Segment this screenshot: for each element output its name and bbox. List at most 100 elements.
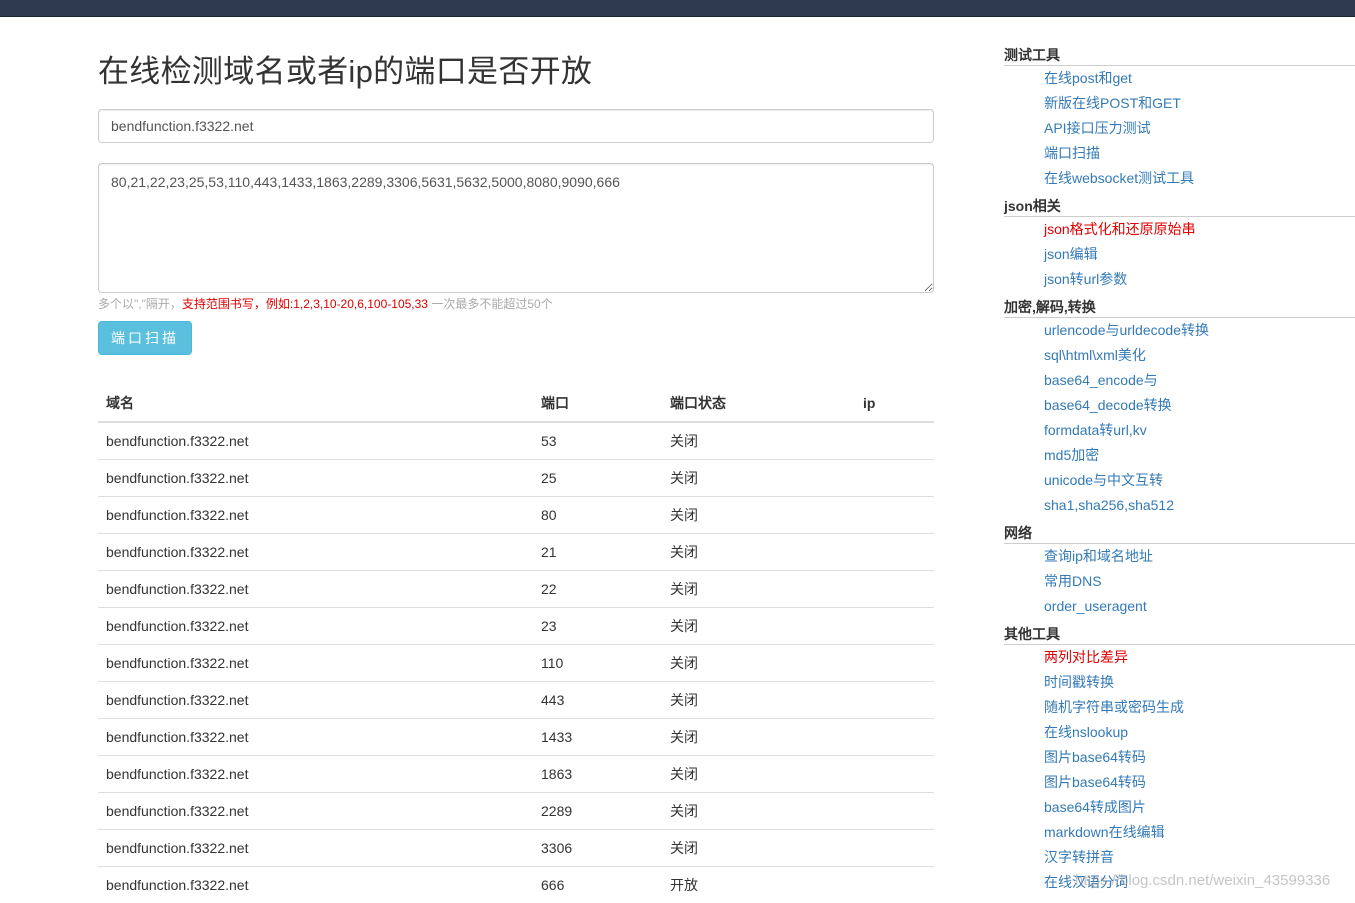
table-row: bendfunction.f3322.net80关闭: [98, 497, 934, 534]
cell-ip: [855, 497, 934, 534]
cell-port: 110: [533, 645, 662, 682]
sidebar-link[interactable]: 随机字符串或密码生成: [1004, 695, 1355, 720]
cell-ip: [855, 422, 934, 460]
header-port-status: 端口状态: [662, 384, 855, 422]
table-row: bendfunction.f3322.net23关闭: [98, 608, 934, 645]
sidebar-section: 其他工具两列对比差异时间戳转换随机字符串或密码生成在线nslookup图片bas…: [1004, 625, 1355, 895]
cell-status: 关闭: [662, 682, 855, 719]
cell-status: 开放: [662, 867, 855, 903]
sidebar-section: 加密,解码,转换urlencode与urldecode转换sql\html\xm…: [1004, 298, 1355, 518]
cell-domain: bendfunction.f3322.net: [98, 645, 533, 682]
cell-status: 关闭: [662, 645, 855, 682]
sidebar-link[interactable]: 两列对比差异: [1004, 645, 1355, 670]
sidebar-link[interactable]: base64_encode与: [1004, 368, 1355, 393]
results-body: bendfunction.f3322.net53关闭bendfunction.f…: [98, 422, 934, 903]
cell-ip: [855, 793, 934, 830]
cell-domain: bendfunction.f3322.net: [98, 756, 533, 793]
cell-ip: [855, 534, 934, 571]
sidebar-link[interactable]: base64转成图片: [1004, 795, 1355, 820]
sidebar-link[interactable]: unicode与中文互转: [1004, 468, 1355, 493]
results-table: 域名 端口 端口状态 ip bendfunction.f3322.net53关闭…: [98, 384, 934, 903]
top-navbar: [0, 0, 1355, 17]
table-row: bendfunction.f3322.net1433关闭: [98, 719, 934, 756]
table-header-row: 域名 端口 端口状态 ip: [98, 384, 934, 422]
ports-textarea[interactable]: 80,21,22,23,25,53,110,443,1433,1863,2289…: [98, 163, 934, 293]
sidebar-link[interactable]: 新版在线POST和GET: [1004, 91, 1355, 116]
sidebar-link[interactable]: sha1,sha256,sha512: [1004, 493, 1355, 518]
cell-domain: bendfunction.f3322.net: [98, 867, 533, 903]
cell-port: 666: [533, 867, 662, 903]
table-row: bendfunction.f3322.net22关闭: [98, 571, 934, 608]
cell-ip: [855, 756, 934, 793]
sidebar-link[interactable]: 汉字转拼音: [1004, 845, 1355, 870]
cell-port: 21: [533, 534, 662, 571]
table-row: bendfunction.f3322.net110关闭: [98, 645, 934, 682]
cell-ip: [855, 645, 934, 682]
sidebar-link[interactable]: 端口扫描: [1004, 141, 1355, 166]
cell-domain: bendfunction.f3322.net: [98, 460, 533, 497]
sidebar-link[interactable]: json转url参数: [1004, 267, 1355, 292]
cell-status: 关闭: [662, 571, 855, 608]
sidebar-heading: 测试工具: [1004, 46, 1355, 66]
table-row: bendfunction.f3322.net666开放: [98, 867, 934, 903]
page-title: 在线检测域名或者ip的端口是否开放: [98, 52, 934, 92]
main-content: 在线检测域名或者ip的端口是否开放 80,21,22,23,25,53,110,…: [98, 16, 934, 92]
cell-domain: bendfunction.f3322.net: [98, 719, 533, 756]
cell-port: 22: [533, 571, 662, 608]
cell-port: 443: [533, 682, 662, 719]
sidebar-section: json相关json格式化和还原原始串json编辑json转url参数: [1004, 197, 1355, 292]
header-port: 端口: [533, 384, 662, 422]
hint-prefix: 多个以","隔开，: [98, 297, 182, 311]
table-row: bendfunction.f3322.net3306关闭: [98, 830, 934, 867]
cell-domain: bendfunction.f3322.net: [98, 608, 533, 645]
sidebar-link[interactable]: 在线nslookup: [1004, 720, 1355, 745]
cell-domain: bendfunction.f3322.net: [98, 422, 533, 460]
cell-ip: [855, 830, 934, 867]
sidebar-link[interactable]: formdata转url,kv: [1004, 418, 1355, 443]
table-row: bendfunction.f3322.net53关闭: [98, 422, 934, 460]
sidebar-link[interactable]: 查询ip和域名地址: [1004, 544, 1355, 569]
table-row: bendfunction.f3322.net25关闭: [98, 460, 934, 497]
host-input[interactable]: [98, 109, 934, 143]
sidebar-link[interactable]: sql\html\xml美化: [1004, 343, 1355, 368]
hint-limit-note: 一次最多不能超过50个: [428, 297, 553, 311]
hint-range-note: 支持范围书写，例如:1,2,3,10-20,6,100-105,33: [182, 297, 428, 311]
cell-status: 关闭: [662, 497, 855, 534]
cell-status: 关闭: [662, 460, 855, 497]
sidebar-link[interactable]: 时间戳转换: [1004, 670, 1355, 695]
cell-port: 23: [533, 608, 662, 645]
sidebar-link[interactable]: 常用DNS: [1004, 569, 1355, 594]
table-row: bendfunction.f3322.net443关闭: [98, 682, 934, 719]
sidebar-link[interactable]: order_useragent: [1004, 594, 1355, 619]
port-scan-button[interactable]: 端口扫描: [98, 321, 192, 355]
sidebar-heading: json相关: [1004, 197, 1355, 217]
cell-domain: bendfunction.f3322.net: [98, 571, 533, 608]
sidebar-link[interactable]: 图片base64转码: [1004, 745, 1355, 770]
table-row: bendfunction.f3322.net1863关闭: [98, 756, 934, 793]
sidebar-section: 测试工具在线post和get新版在线POST和GETAPI接口压力测试端口扫描在…: [1004, 46, 1355, 191]
sidebar-link[interactable]: base64_decode转换: [1004, 393, 1355, 418]
cell-port: 53: [533, 422, 662, 460]
cell-port: 80: [533, 497, 662, 534]
sidebar-link[interactable]: urlencode与urldecode转换: [1004, 318, 1355, 343]
ports-hint: 多个以","隔开，支持范围书写，例如:1,2,3,10-20,6,100-105…: [98, 295, 553, 312]
sidebar-link[interactable]: json格式化和还原原始串: [1004, 217, 1355, 242]
sidebar-link[interactable]: 在线websocket测试工具: [1004, 166, 1355, 191]
sidebar-link[interactable]: API接口压力测试: [1004, 116, 1355, 141]
sidebar-link[interactable]: md5加密: [1004, 443, 1355, 468]
cell-status: 关闭: [662, 534, 855, 571]
cell-ip: [855, 608, 934, 645]
sidebar-link[interactable]: 图片base64转码: [1004, 770, 1355, 795]
cell-domain: bendfunction.f3322.net: [98, 497, 533, 534]
cell-ip: [855, 460, 934, 497]
cell-port: 2289: [533, 793, 662, 830]
sidebar-link[interactable]: 在线post和get: [1004, 66, 1355, 91]
table-row: bendfunction.f3322.net2289关闭: [98, 793, 934, 830]
cell-ip: [855, 682, 934, 719]
sidebar-link[interactable]: json编辑: [1004, 242, 1355, 267]
cell-status: 关闭: [662, 422, 855, 460]
cell-port: 25: [533, 460, 662, 497]
cell-port: 3306: [533, 830, 662, 867]
sidebar-link[interactable]: markdown在线编辑: [1004, 820, 1355, 845]
cell-domain: bendfunction.f3322.net: [98, 682, 533, 719]
